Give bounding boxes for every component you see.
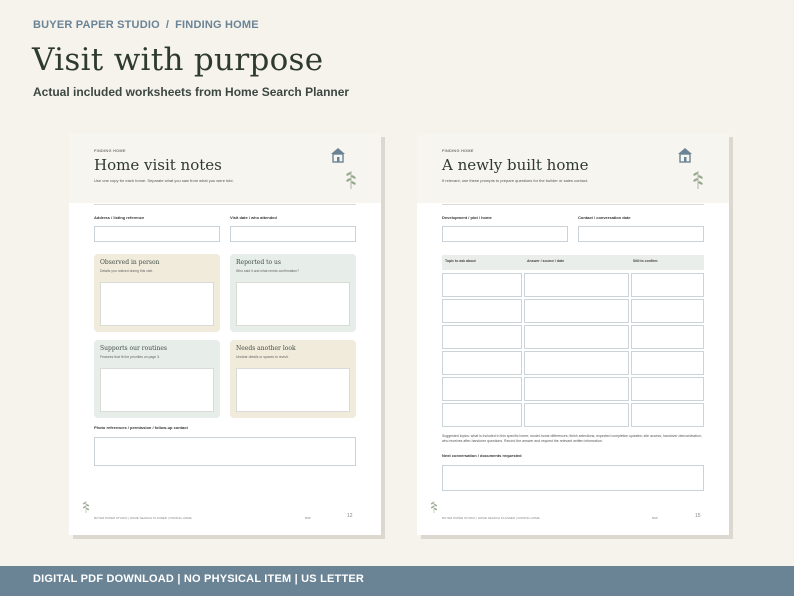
card-subtitle: Unclear details or spaces to revisit. [236, 355, 289, 359]
sheet-intro: If relevant, use these prompts to prepar… [442, 178, 589, 183]
leaf-sprig-icon [82, 501, 90, 513]
sheet-eyebrow: FINDING HOME [94, 149, 126, 153]
house-icon [331, 148, 345, 163]
table-cell[interactable] [524, 351, 629, 375]
page-number: 12 [347, 513, 353, 519]
table-cell[interactable] [524, 273, 629, 297]
table-cell[interactable] [524, 299, 629, 323]
leaf-sprig-icon [430, 501, 438, 513]
card-subtitle: Who said it and what needs confirmation? [236, 269, 299, 273]
table-cell[interactable] [442, 351, 522, 375]
breadcrumb: BUYER PAPER STUDIO / FINDING HOME [33, 19, 259, 31]
card-write-box[interactable] [100, 368, 214, 412]
page-number: 15 [695, 513, 701, 519]
divider [442, 204, 704, 205]
contact-label: Contact / conversation date [578, 215, 631, 220]
development-label: Development / plot / home [442, 215, 492, 220]
development-field[interactable] [442, 226, 568, 242]
card-title: Supports our routines [100, 345, 167, 352]
suggested-topics-note: Suggested topics: what is included in th… [442, 434, 702, 443]
column-header-confirm: Still to confirm [633, 259, 658, 263]
leaf-sprig-icon [346, 171, 356, 189]
worksheet-newly-built-home: FINDING HOME A newly built home If relev… [417, 133, 729, 535]
table-cell[interactable] [631, 377, 704, 401]
table-cell[interactable] [442, 273, 522, 297]
card-reported-to-us: Reported to us Who said it and what need… [230, 254, 356, 332]
sheet-intro: Use one copy for each home. Separate wha… [94, 178, 234, 183]
table-cell[interactable] [631, 325, 704, 349]
sheet-title: A newly built home [442, 156, 589, 174]
breadcrumb-separator: / [165, 19, 170, 31]
card-write-box[interactable] [100, 282, 214, 326]
table-cell[interactable] [442, 403, 522, 427]
product-info-bar: DIGITAL PDF DOWNLOAD | NO PHYSICAL ITEM … [0, 566, 794, 596]
breadcrumb-section: FINDING HOME [175, 19, 259, 31]
page-title: Visit with purpose [32, 42, 324, 78]
table-cell[interactable] [631, 299, 704, 323]
table-cell[interactable] [524, 325, 629, 349]
sheet-footer: BUYER PAPER STUDIO | HOME SEARCH PLANNER… [442, 516, 540, 520]
card-supports-our-routines: Supports our routines Features that fit … [94, 340, 220, 418]
table-cell[interactable] [524, 403, 629, 427]
sheet-eyebrow: FINDING HOME [442, 149, 474, 153]
leaf-sprig-icon [693, 171, 703, 189]
address-field[interactable] [94, 226, 220, 242]
card-needs-another-look: Needs another look Unclear details or sp… [230, 340, 356, 418]
table-cell[interactable] [442, 299, 522, 323]
breadcrumb-brand: BUYER PAPER STUDIO [33, 19, 160, 31]
table-cell[interactable] [524, 377, 629, 401]
footer-mark: BSP [652, 516, 659, 520]
column-header-topic: Topic to ask about [445, 259, 476, 263]
visit-date-field[interactable] [230, 226, 356, 242]
card-title: Reported to us [236, 259, 281, 266]
card-write-box[interactable] [236, 368, 350, 412]
divider [94, 204, 356, 205]
address-label: Address / listing reference [94, 215, 145, 220]
table-cell[interactable] [442, 325, 522, 349]
card-title: Observed in person [100, 259, 160, 266]
next-conversation-label: Next conversation / documents requested [442, 453, 522, 458]
question-table-header: Topic to ask about Answer / source / dat… [442, 255, 704, 270]
card-observed-in-person: Observed in person Details you noticed d… [94, 254, 220, 332]
worksheet-home-visit-notes: FINDING HOME Home visit notes Use one co… [69, 133, 381, 535]
card-write-box[interactable] [236, 282, 350, 326]
photo-references-field[interactable] [94, 437, 356, 466]
table-cell[interactable] [631, 273, 704, 297]
product-info-text: DIGITAL PDF DOWNLOAD | NO PHYSICAL ITEM … [33, 573, 365, 585]
table-cell[interactable] [631, 403, 704, 427]
table-cell[interactable] [442, 377, 522, 401]
footer-mark: BSP [305, 516, 312, 520]
visit-date-label: Visit date / who attended [230, 215, 277, 220]
contact-field[interactable] [578, 226, 704, 242]
card-subtitle: Details you noticed during this visit. [100, 269, 153, 273]
card-title: Needs another look [236, 345, 296, 352]
page-subtitle: Actual included worksheets from Home Sea… [33, 85, 350, 99]
sheet-footer: BUYER PAPER STUDIO | HOME SEARCH PLANNER… [94, 516, 192, 520]
card-subtitle: Features that fit the priorities on page… [100, 355, 160, 359]
photo-references-label: Photo references / permission / follow-u… [94, 425, 188, 430]
next-conversation-field[interactable] [442, 465, 704, 491]
sheet-title: Home visit notes [94, 156, 222, 174]
house-icon [678, 148, 692, 163]
column-header-answer: Answer / source / date [527, 259, 565, 263]
table-cell[interactable] [631, 351, 704, 375]
